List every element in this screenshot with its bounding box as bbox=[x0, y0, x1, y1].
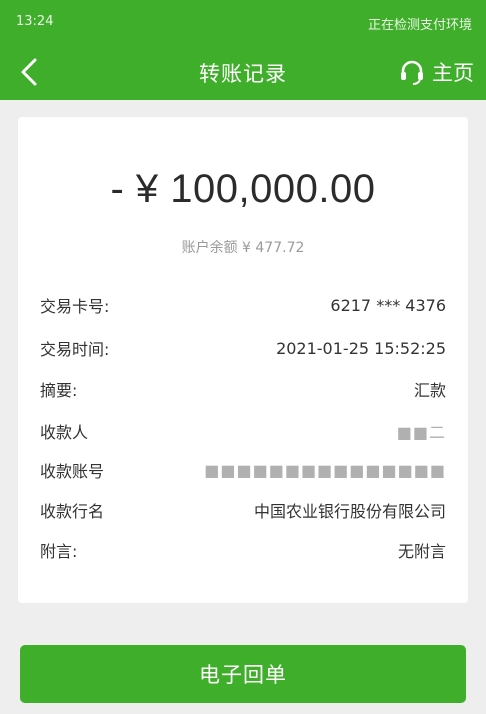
field-payee-bank: 收款行名 中国农业银行股份有限公司 bbox=[40, 498, 446, 522]
field-label: 收款账号 bbox=[40, 462, 105, 481]
transaction-card: - ¥ 100,000.00 账户余额 ¥ 477.72 交易卡号: 6217 … bbox=[18, 117, 468, 603]
status-time: 13:24 bbox=[16, 14, 54, 29]
field-transaction-time: 交易时间: 2021-01-25 15:52:25 bbox=[40, 336, 446, 360]
field-value: ■■■■■■■■■■■■■■■ bbox=[204, 460, 446, 480]
status-bar: 13:24 正在检测支付环境 bbox=[0, 0, 486, 44]
headset-icon bbox=[401, 60, 423, 85]
transfer-amount: - ¥ 100,000.00 bbox=[110, 167, 376, 211]
field-value: 6217 *** 4376 bbox=[330, 295, 446, 315]
account-balance: 账户余额 ¥ 477.72 bbox=[181, 240, 305, 256]
status-security-text: 正在检测支付环境 bbox=[367, 18, 472, 33]
field-label: 摘要: bbox=[40, 381, 78, 400]
field-remark: 附言: 无附言 bbox=[40, 538, 446, 562]
home-button[interactable]: 主页 bbox=[398, 56, 474, 88]
field-payee: 收款人 ■■二 bbox=[40, 419, 446, 443]
field-value: 2021-01-25 15:52:25 bbox=[276, 338, 446, 358]
field-card-number: 交易卡号: 6217 *** 4376 bbox=[40, 293, 446, 317]
field-value: ■■二 bbox=[396, 423, 446, 442]
nav-bar: 转账记录 主页 bbox=[0, 44, 486, 100]
field-label: 附言: bbox=[40, 542, 78, 561]
field-value: 无附言 bbox=[397, 542, 446, 561]
field-label: 交易卡号: bbox=[40, 297, 110, 316]
field-label: 交易时间: bbox=[40, 340, 110, 359]
field-summary: 摘要: 汇款 bbox=[40, 377, 446, 401]
field-payee-account: 收款账号 ■■■■■■■■■■■■■■■ bbox=[40, 458, 446, 482]
e-receipt-button[interactable]: 电子回单 bbox=[20, 645, 466, 703]
field-value: 汇款 bbox=[413, 381, 446, 400]
field-label: 收款人 bbox=[40, 423, 89, 442]
field-value: 中国农业银行股份有限公司 bbox=[253, 502, 446, 521]
home-label: 主页 bbox=[432, 61, 474, 85]
field-label: 收款行名 bbox=[40, 502, 105, 521]
